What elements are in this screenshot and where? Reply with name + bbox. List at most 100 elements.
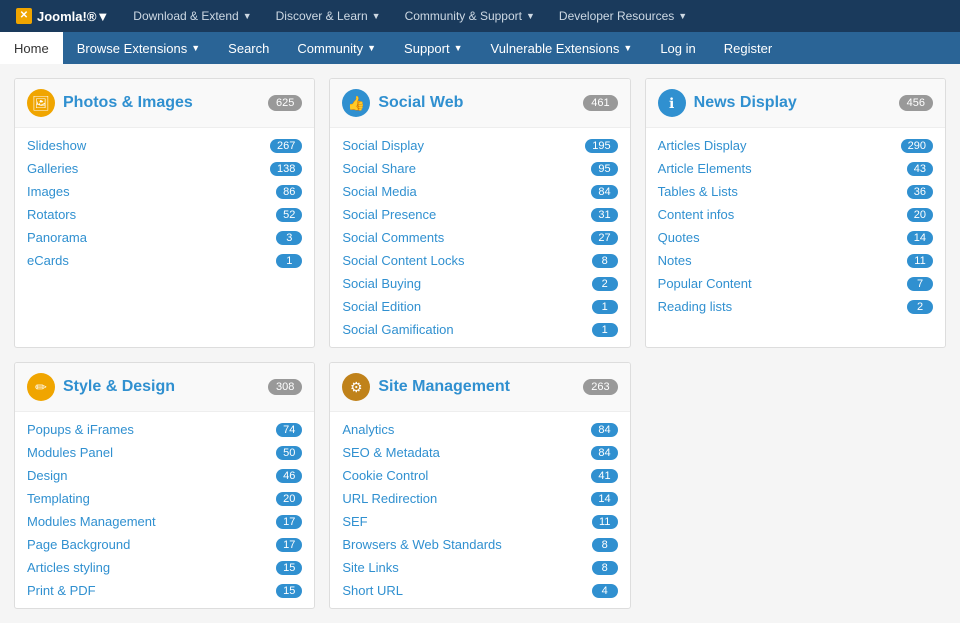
top-nav-download[interactable]: Download & Extend ▼ [121, 0, 263, 32]
category-card-style-design: ✏Style & Design308 Popups & iFrames 74 Modu… [14, 362, 315, 609]
site-management-item-4-count: 11 [592, 515, 618, 529]
news-display-item-5[interactable]: Notes [658, 253, 692, 268]
list-item: Print & PDF 15 [15, 579, 314, 602]
style-design-item-4[interactable]: Modules Management [27, 514, 156, 529]
photos-images-item-5[interactable]: eCards [27, 253, 69, 268]
social-web-title: Social Web [378, 94, 463, 112]
category-header-site-management: ⚙Site Management263 [330, 363, 629, 412]
category-header-photos-images: 🖼Photos & Images625 [15, 79, 314, 128]
social-web-item-8[interactable]: Social Gamification [342, 322, 453, 337]
community-arrow-icon: ▼ [526, 11, 535, 21]
logo-arrow-icon: ▼ [96, 9, 109, 24]
main-nav-register[interactable]: Register [710, 32, 786, 64]
category-card-photos-images: 🖼Photos & Images625Slideshow267Galleries… [14, 78, 315, 348]
top-nav-developer[interactable]: Developer Resources ▼ [547, 0, 699, 32]
site-management-item-1-count: 84 [591, 446, 617, 460]
list-item: Content infos20 [646, 203, 945, 226]
list-item: Page Background17 [15, 533, 314, 556]
site-management-item-1[interactable]: SEO & Metadata [342, 445, 440, 460]
list-item: Articles styling15 [15, 556, 314, 579]
style-design-item-7[interactable]: Print & PDF [27, 583, 96, 598]
top-nav-community[interactable]: Community & Support ▼ [393, 0, 547, 32]
photos-images-item-4[interactable]: Panorama [27, 230, 87, 245]
list-item: SEO & Metadata 84 [330, 441, 629, 464]
photos-images-item-3[interactable]: Rotators [27, 207, 76, 222]
developer-arrow-icon: ▼ [678, 11, 687, 21]
list-item: Social Display 195 [330, 134, 629, 157]
news-display-body: Articles Display 290 Article Elements 43 Tab… [646, 128, 945, 324]
style-design-item-1-count: 50 [276, 446, 302, 460]
photos-images-item-1[interactable]: Galleries [27, 161, 78, 176]
list-item: Social Share95 [330, 157, 629, 180]
social-web-item-7[interactable]: Social Edition [342, 299, 421, 314]
top-nav-discover[interactable]: Discover & Learn ▼ [264, 0, 393, 32]
photos-images-item-3-count: 52 [276, 208, 302, 222]
list-item: Rotators 52 [15, 203, 314, 226]
style-design-item-2[interactable]: Design [27, 468, 67, 483]
site-management-item-0[interactable]: Analytics [342, 422, 394, 437]
main-nav-search[interactable]: Search [214, 32, 283, 64]
list-item: Design46 [15, 464, 314, 487]
site-management-item-4[interactable]: SEF [342, 514, 367, 529]
list-item: Tables & Lists 36 [646, 180, 945, 203]
news-display-item-1-count: 43 [907, 162, 933, 176]
support-arrow-icon: ▼ [454, 43, 463, 53]
social-web-item-2[interactable]: Social Media [342, 184, 416, 199]
main-nav-vulnerable[interactable]: Vulnerable Extensions ▼ [477, 32, 647, 64]
photos-images-total-count: 625 [268, 95, 302, 111]
photos-images-item-2[interactable]: Images [27, 184, 70, 199]
news-display-item-0-count: 290 [901, 139, 933, 153]
joomla-logo[interactable]: ✕ Joomla!® ▼ [8, 0, 117, 32]
main-nav-browse-extensions[interactable]: Browse Extensions ▼ [63, 32, 214, 64]
style-design-item-4-count: 17 [276, 515, 302, 529]
main-nav-login[interactable]: Log in [646, 32, 709, 64]
main-nav-support[interactable]: Support ▼ [390, 32, 476, 64]
social-web-item-6[interactable]: Social Buying [342, 276, 421, 291]
photos-images-icon: 🖼 [27, 89, 55, 117]
browse-arrow-icon: ▼ [191, 43, 200, 53]
news-display-item-3[interactable]: Content infos [658, 207, 735, 222]
news-display-item-4[interactable]: Quotes [658, 230, 700, 245]
news-display-item-6[interactable]: Popular Content [658, 276, 752, 291]
site-management-item-7[interactable]: Short URL [342, 583, 403, 598]
site-management-item-6[interactable]: Site Links [342, 560, 398, 575]
list-item: Social Edition1 [330, 295, 629, 318]
style-design-item-3[interactable]: Templating [27, 491, 90, 506]
list-item: Quotes14 [646, 226, 945, 249]
site-management-item-3-count: 14 [591, 492, 617, 506]
list-item: Social Media84 [330, 180, 629, 203]
style-design-total-count: 308 [268, 379, 302, 395]
photos-images-item-5-count: 1 [276, 254, 302, 268]
social-web-item-1[interactable]: Social Share [342, 161, 416, 176]
style-design-item-0-count: 74 [276, 423, 302, 437]
main-nav-home[interactable]: Home [0, 32, 63, 64]
social-web-item-4[interactable]: Social Comments [342, 230, 444, 245]
list-item: Social Buying2 [330, 272, 629, 295]
news-display-item-2-count: 36 [907, 185, 933, 199]
site-management-title: Site Management [378, 378, 510, 396]
category-header-style-design: ✏Style & Design308 [15, 363, 314, 412]
site-management-item-2-count: 41 [591, 469, 617, 483]
style-design-item-6[interactable]: Articles styling [27, 560, 110, 575]
social-web-item-0[interactable]: Social Display [342, 138, 424, 153]
news-display-item-2[interactable]: Tables & Lists [658, 184, 738, 199]
joomla-logo-text: Joomla!® [37, 9, 96, 24]
social-web-item-0-count: 195 [585, 139, 617, 153]
style-design-item-1[interactable]: Modules Panel [27, 445, 113, 460]
list-item: Cookie Control 41 [330, 464, 629, 487]
style-design-item-7-count: 15 [276, 584, 302, 598]
news-display-item-0[interactable]: Articles Display [658, 138, 747, 153]
photos-images-item-2-count: 86 [276, 185, 302, 199]
site-management-item-3[interactable]: URL Redirection [342, 491, 437, 506]
list-item: Panorama3 [15, 226, 314, 249]
news-display-item-1[interactable]: Article Elements [658, 161, 752, 176]
list-item: Popups & iFrames 74 [15, 418, 314, 441]
site-management-item-2[interactable]: Cookie Control [342, 468, 428, 483]
social-web-item-3[interactable]: Social Presence [342, 207, 436, 222]
news-display-item-7[interactable]: Reading lists [658, 299, 732, 314]
social-web-item-5[interactable]: Social Content Locks [342, 253, 464, 268]
style-design-item-0[interactable]: Popups & iFrames [27, 422, 134, 437]
photos-images-item-0[interactable]: Slideshow [27, 138, 86, 153]
main-nav-community[interactable]: Community ▼ [283, 32, 390, 64]
list-item: Site Links8 [330, 556, 629, 579]
